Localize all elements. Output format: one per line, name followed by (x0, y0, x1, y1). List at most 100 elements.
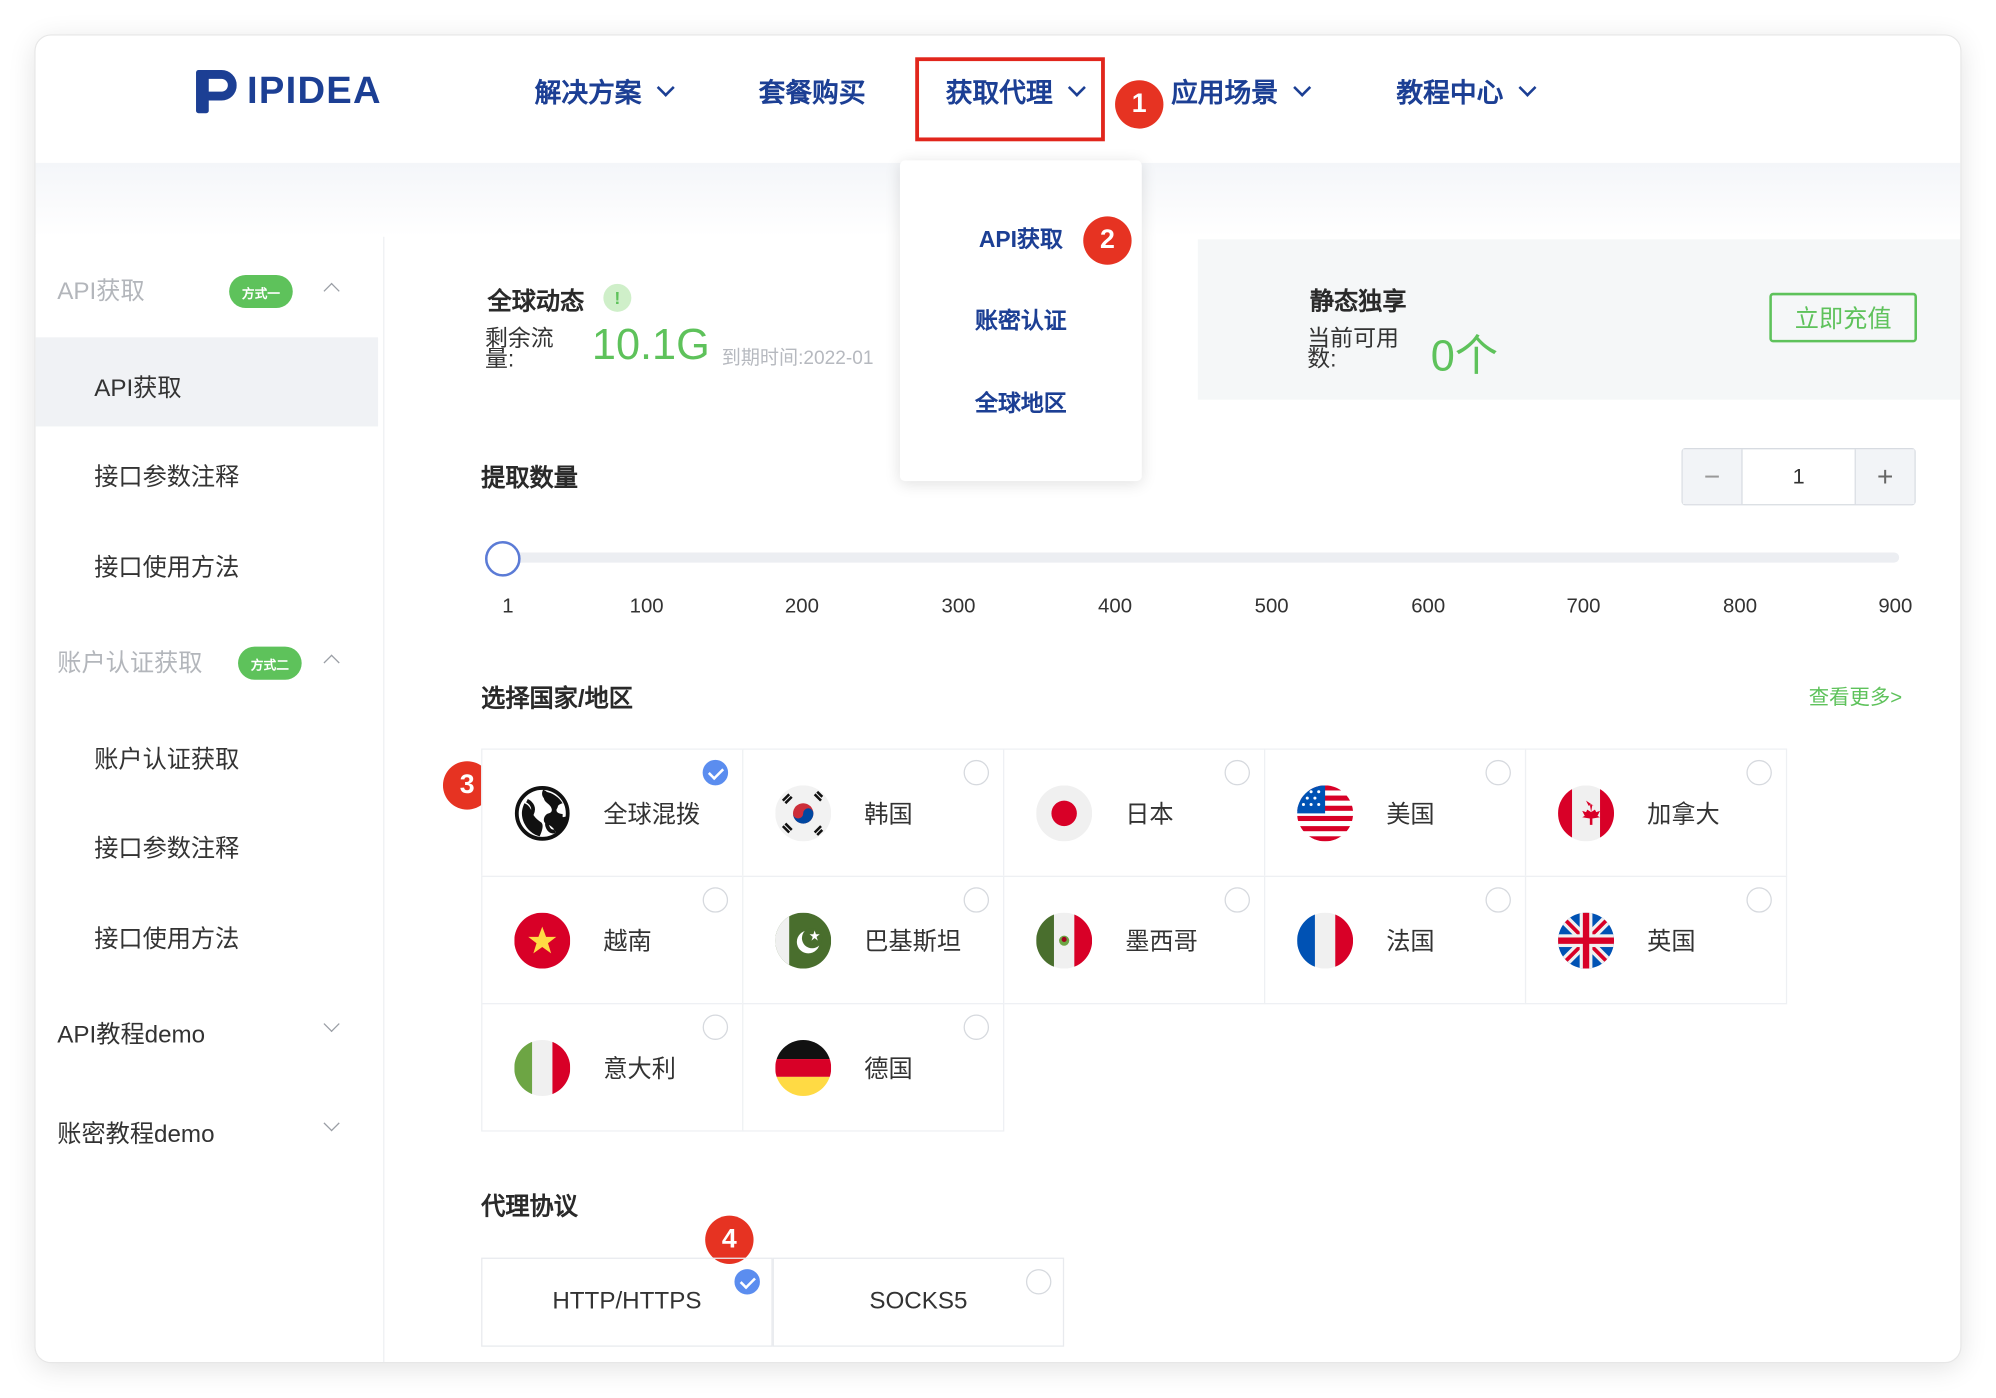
country-option[interactable]: 德国 (742, 1003, 1005, 1132)
protocol-http-option[interactable]: HTTP/HTTPS (481, 1257, 773, 1347)
step-badge-2: 2 (1083, 216, 1132, 265)
nav-item-label: 解决方案 (534, 78, 642, 109)
country-option[interactable]: 全球混拨 (481, 748, 744, 878)
country-name: 意大利 (603, 1056, 676, 1084)
quantity-stepper: − 1 + (1681, 448, 1916, 506)
slider-tick: 1 (502, 595, 514, 618)
info-icon[interactable]: ! (603, 283, 632, 312)
radio-empty-icon[interactable] (963, 759, 990, 786)
country-option[interactable]: 英国 (1524, 875, 1788, 1005)
country-option[interactable]: 韩国 (742, 748, 1005, 878)
static-title: 静态独享 (1309, 288, 1407, 316)
get-proxy-dropdown: API获取 2 账密认证 全球地区 (899, 160, 1142, 482)
chevron-down-icon[interactable] (323, 1015, 340, 1033)
country-name: 德国 (864, 1056, 913, 1084)
radio-empty-icon[interactable] (702, 1014, 729, 1040)
nav-item-label: 套餐购买 (758, 78, 866, 109)
sidebar-group-account[interactable]: 账户认证获取 (57, 644, 202, 678)
sidebar-group-label: API获取 (57, 278, 145, 306)
flag-jp-icon (1036, 785, 1093, 842)
nav-item-label: 应用场景 (1171, 78, 1278, 109)
slider-tick: 900 (1878, 595, 1913, 618)
decrement-button[interactable]: − (1682, 449, 1742, 505)
flag-kr-icon (775, 785, 832, 842)
sidebar-item-api-usage[interactable]: 接口使用方法 (94, 549, 239, 583)
method-tag: 方式二 (238, 638, 307, 680)
radio-empty-icon[interactable] (702, 887, 729, 913)
country-name: 全球混拨 (603, 801, 701, 829)
slider-tick: 700 (1566, 595, 1601, 618)
radio-empty-icon[interactable] (963, 1014, 990, 1040)
radio-empty-icon[interactable] (1485, 887, 1511, 913)
nav-item-scenarios[interactable]: 应用场景 (1171, 71, 1312, 112)
sidebar-item-account-get[interactable]: 账户认证获取 (94, 741, 239, 775)
radio-empty-icon[interactable] (1224, 759, 1250, 786)
nav-item-solutions[interactable]: 解决方案 (534, 71, 675, 112)
checkbox-checked-icon[interactable] (734, 1269, 760, 1295)
sidebar-item-account-demo[interactable]: 账密教程demo (57, 1115, 214, 1149)
flag-vn-icon (514, 912, 571, 969)
slider-tick: 300 (941, 595, 976, 618)
quantity-slider[interactable] (501, 552, 1900, 563)
flag-us-icon (1297, 785, 1354, 842)
radio-empty-icon[interactable] (1025, 1269, 1052, 1295)
flag-mx-icon (1036, 912, 1093, 969)
slider-handle[interactable] (484, 540, 521, 577)
radio-empty-icon[interactable] (1485, 759, 1511, 786)
country-name: 法国 (1386, 929, 1435, 956)
country-option[interactable]: 日本 (1003, 748, 1266, 878)
dropdown-item-account-auth[interactable]: 账密认证 (900, 303, 1142, 336)
globe-icon (514, 785, 570, 841)
country-name: 日本 (1125, 801, 1174, 829)
increment-button[interactable]: + (1855, 449, 1915, 505)
nav-item-tutorials[interactable]: 教程中心 (1396, 71, 1537, 112)
country-name: 美国 (1386, 801, 1435, 829)
chevron-up-icon[interactable] (323, 282, 340, 299)
sidebar-item-account-params[interactable]: 接口参数注释 (94, 830, 239, 864)
nav-item-packages[interactable]: 套餐购买 (759, 71, 866, 112)
radio-empty-icon[interactable] (1746, 887, 1772, 913)
sidebar-group-api[interactable]: API获取 (57, 272, 144, 306)
flag-de-icon (775, 1039, 832, 1096)
country-option[interactable]: 越南 (481, 875, 744, 1005)
view-more-link[interactable]: 查看更多> (1809, 680, 1902, 711)
radio-empty-icon[interactable] (1224, 887, 1250, 913)
nav-item-label: 教程中心 (1396, 78, 1504, 109)
sidebar-item-api-get[interactable]: API获取 (94, 369, 181, 403)
country-option[interactable]: 法国 (1263, 875, 1527, 1005)
sidebar-group-label: 账户认证获取 (57, 650, 203, 678)
sidebar-item-api-demo[interactable]: API教程demo (57, 1016, 205, 1050)
sidebar-item-api-params[interactable]: 接口参数注释 (94, 458, 239, 492)
checkbox-checked-icon[interactable] (702, 759, 729, 786)
remaining-value: 10.1G (591, 320, 710, 370)
expiry-text: 到期时间:2022-01 (721, 347, 874, 370)
radio-empty-icon[interactable] (1746, 759, 1772, 786)
radio-empty-icon[interactable] (963, 887, 990, 913)
protocol-socks5-option[interactable]: SOCKS5 (772, 1257, 1065, 1347)
chevron-down-icon[interactable] (323, 1115, 340, 1132)
protocol-name: SOCKS5 (869, 1288, 968, 1315)
quantity-input[interactable]: 1 (1741, 449, 1856, 505)
flag-gb-icon (1558, 912, 1615, 969)
country-option[interactable]: 巴基斯坦 (742, 875, 1005, 1005)
slider-tick: 200 (784, 595, 819, 618)
country-option[interactable]: 加拿大 (1524, 748, 1788, 878)
remaining-label: 剩余流量: (484, 325, 554, 372)
country-name: 加拿大 (1647, 801, 1720, 829)
country-name: 越南 (603, 929, 652, 956)
recharge-button[interactable]: 立即充值 (1769, 292, 1917, 343)
chevron-up-icon[interactable] (323, 654, 340, 671)
country-option[interactable]: 美国 (1263, 748, 1527, 878)
slider-tick: 400 (1098, 595, 1133, 618)
dropdown-item-global-regions[interactable]: 全球地区 (900, 386, 1142, 419)
step-badge-1: 1 (1115, 80, 1164, 129)
slider-tick: 600 (1411, 595, 1446, 618)
country-name: 韩国 (864, 801, 913, 829)
country-option[interactable]: 墨西哥 (1003, 875, 1266, 1005)
sidebar: API获取 方式一 API获取 接口参数注释 接口使用方法 账户认证获取 方式二… (35, 236, 385, 1363)
highlight-box (915, 57, 1105, 142)
country-option[interactable]: 意大利 (481, 1003, 744, 1132)
logo[interactable]: IPIDEA (196, 69, 382, 115)
sidebar-item-account-usage[interactable]: 接口使用方法 (94, 920, 239, 954)
protocol-name: HTTP/HTTPS (552, 1288, 702, 1315)
